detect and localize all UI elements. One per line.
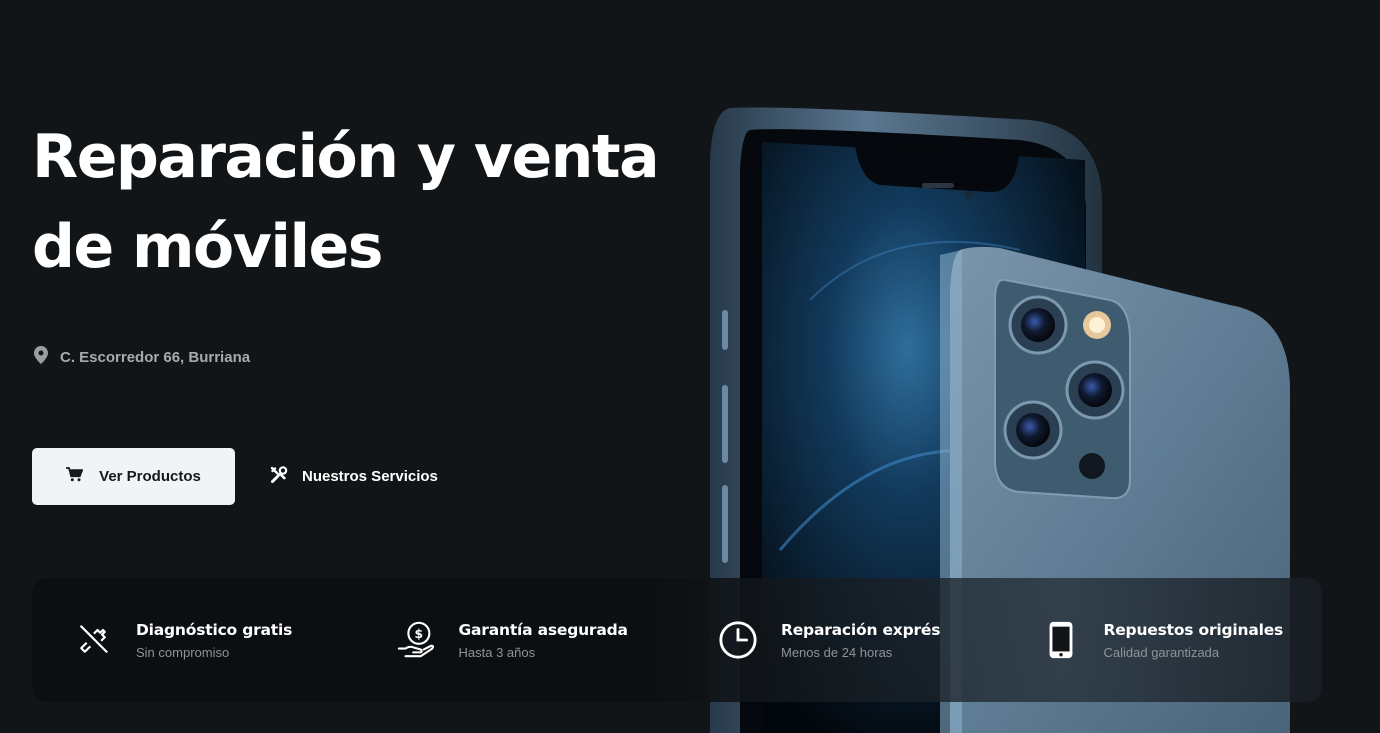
- feature-title: Diagnóstico gratis: [136, 620, 293, 639]
- features-bar: Diagnóstico gratis Sin compromiso $ Gara…: [32, 578, 1322, 702]
- money-hand-icon: $: [395, 619, 437, 661]
- svg-text:$: $: [414, 627, 423, 641]
- feature-subtitle: Hasta 3 años: [458, 644, 536, 660]
- feature-express-repair: Reparación exprés Menos de 24 horas: [677, 578, 1000, 702]
- address-text: C. Escorredor 66, Burriana: [60, 348, 251, 366]
- feature-warranty: $ Garantía asegurada Hasta 3 años: [355, 578, 678, 702]
- clock-icon: [717, 619, 759, 661]
- smartphone-icon: [1040, 619, 1082, 661]
- view-products-label: Ver Productos: [99, 468, 201, 485]
- tools-icon: [270, 465, 288, 488]
- feature-free-diagnosis: Diagnóstico gratis Sin compromiso: [32, 578, 355, 702]
- view-products-button[interactable]: Ver Productos: [32, 448, 235, 505]
- feature-subtitle: Calidad garantizada: [1103, 644, 1220, 660]
- store-address: C. Escorredor 66, Burriana: [34, 346, 250, 368]
- diagnostic-tools-icon: [72, 619, 114, 661]
- feature-title: Garantía asegurada: [458, 620, 628, 639]
- map-pin-icon: [34, 346, 48, 368]
- hero-title-line-1: Reparación y venta: [32, 122, 660, 192]
- our-services-label: Nuestros Servicios: [302, 468, 438, 485]
- feature-title: Reparación exprés: [781, 620, 941, 639]
- hero-title-line-2: de móviles: [32, 212, 383, 282]
- feature-subtitle: Sin compromiso: [136, 644, 230, 660]
- cart-icon: [66, 467, 84, 486]
- our-services-button[interactable]: Nuestros Servicios: [270, 448, 438, 505]
- feature-subtitle: Menos de 24 horas: [781, 644, 893, 660]
- hero-title: Reparación y venta de móviles: [32, 112, 692, 292]
- feature-title: Repuestos originales: [1103, 620, 1284, 639]
- feature-original-parts: Repuestos originales Calidad garantizada: [1000, 578, 1323, 702]
